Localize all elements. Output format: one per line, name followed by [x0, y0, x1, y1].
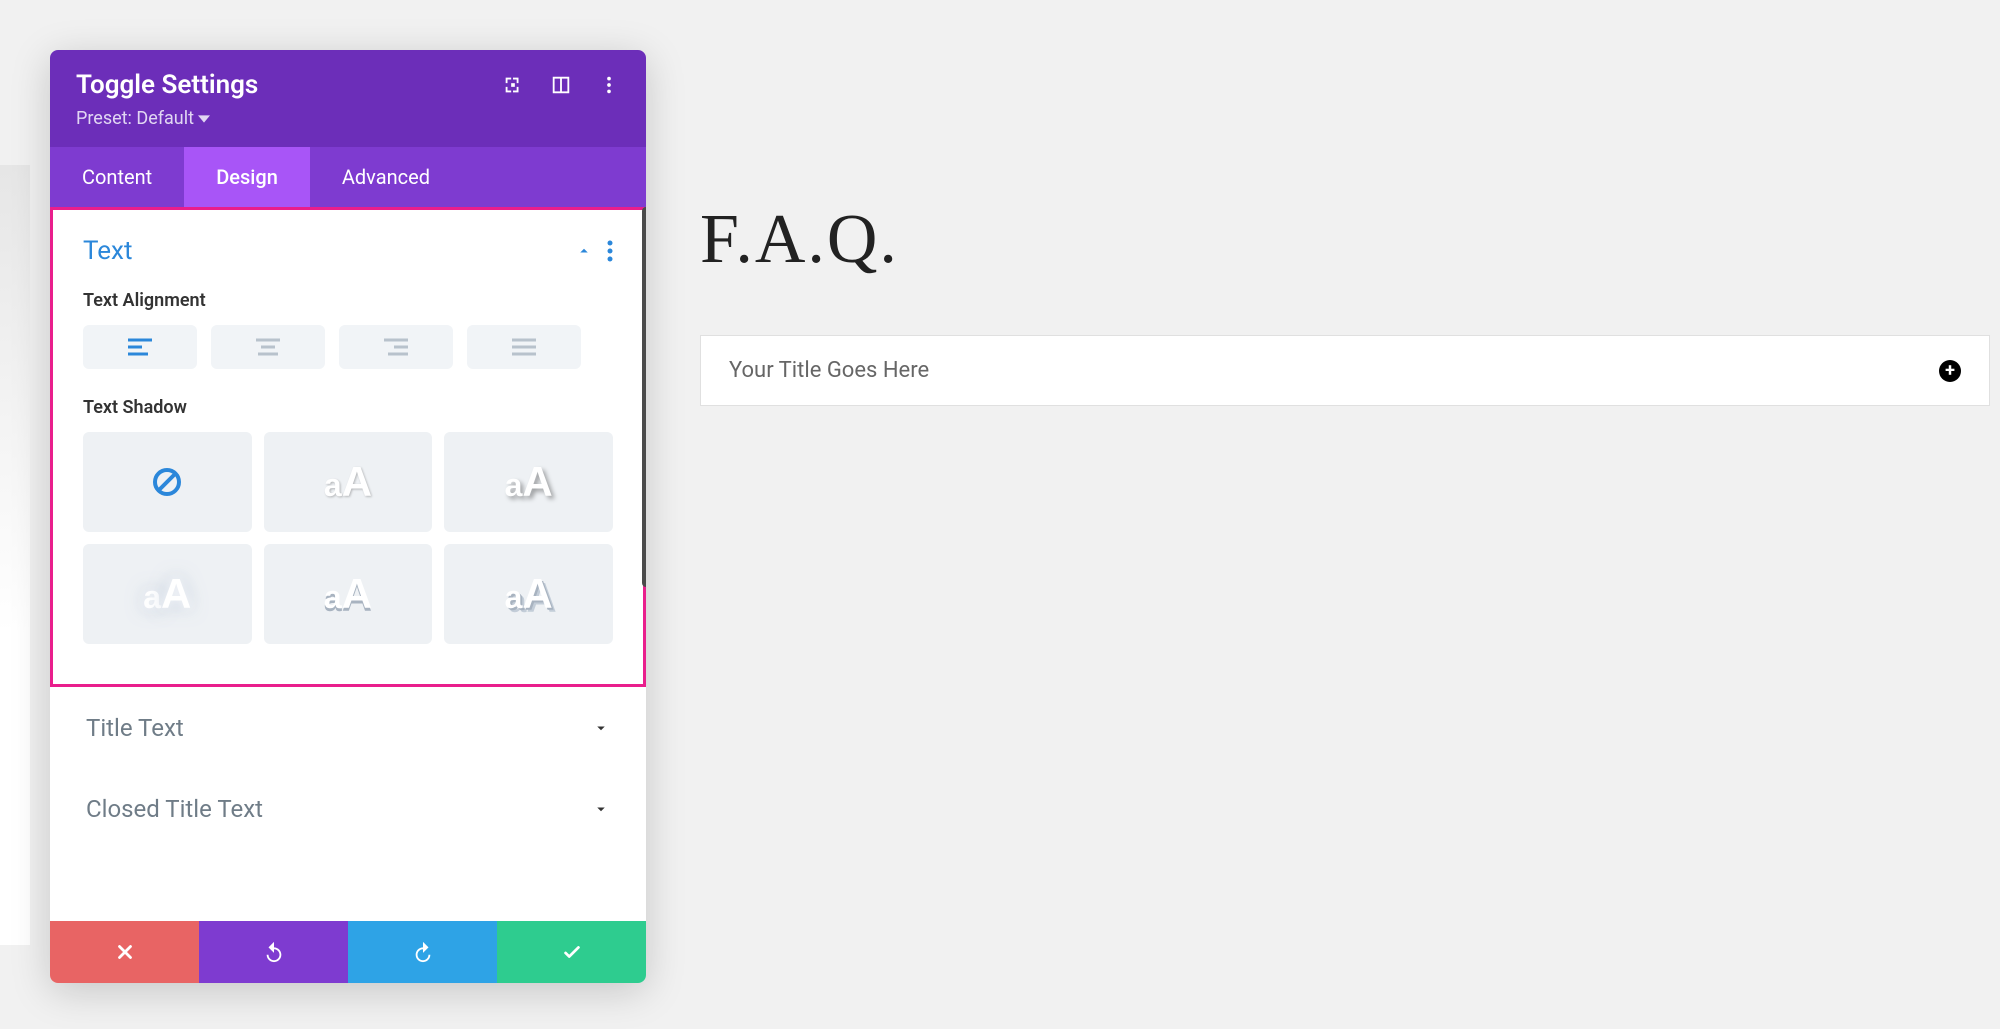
cancel-button[interactable] — [50, 921, 199, 983]
align-center-button[interactable] — [211, 325, 325, 369]
panel-header: Toggle Settings Preset: Default — [50, 50, 646, 147]
check-icon — [561, 941, 583, 963]
expand-toggle-icon[interactable] — [1939, 360, 1961, 382]
chevron-up-icon — [575, 242, 593, 260]
page-preview: F.A.Q. Your Title Goes Here — [700, 200, 1990, 406]
align-justify-button[interactable] — [467, 325, 581, 369]
caret-down-icon — [198, 113, 210, 125]
text-shadow-label: Text Shadow — [83, 397, 613, 418]
shadow-sample: aA — [324, 570, 372, 618]
shadow-none-button[interactable] — [83, 432, 252, 532]
section-title-text-label: Title Text — [86, 714, 184, 742]
shadow-preset-5-button[interactable]: aA — [444, 544, 613, 644]
shadow-preset-4-button[interactable]: aA — [264, 544, 433, 644]
toggle-module[interactable]: Your Title Goes Here — [700, 335, 1990, 406]
undo-button[interactable] — [199, 921, 348, 983]
panel-header-actions — [502, 74, 620, 96]
align-left-button[interactable] — [83, 325, 197, 369]
redo-button[interactable] — [348, 921, 497, 983]
redo-icon — [412, 941, 434, 963]
scrollbar-thumb[interactable] — [642, 207, 646, 587]
tab-content[interactable]: Content — [50, 147, 184, 207]
shadow-sample: aA — [143, 570, 191, 618]
tabs: Content Design Advanced — [50, 147, 646, 207]
save-button[interactable] — [497, 921, 646, 983]
undo-icon — [263, 941, 285, 963]
panel-body: Text Text Alignment — [50, 207, 646, 921]
preset-label: Preset: Default — [76, 108, 194, 129]
chevron-down-icon — [592, 800, 610, 818]
text-shadow-options: aA aA aA aA aA — [83, 432, 613, 644]
toggle-title: Your Title Goes Here — [729, 358, 929, 383]
section-text-header[interactable]: Text — [83, 230, 613, 276]
shadow-preset-1-button[interactable]: aA — [264, 432, 433, 532]
expand-icon[interactable] — [502, 74, 524, 96]
kebab-menu-icon[interactable] — [598, 74, 620, 96]
preset-dropdown[interactable]: Preset: Default — [76, 108, 620, 129]
preview-heading: F.A.Q. — [700, 200, 1990, 280]
section-menu-icon[interactable] — [607, 240, 613, 262]
columns-icon[interactable] — [550, 74, 572, 96]
text-alignment-options — [83, 325, 613, 369]
shadow-sample: aA — [505, 570, 553, 618]
text-alignment-label: Text Alignment — [83, 290, 613, 311]
shadow-sample: aA — [324, 458, 372, 506]
panel-footer — [50, 921, 646, 983]
section-title-text[interactable]: Title Text — [50, 687, 646, 768]
background-strip — [0, 165, 30, 945]
none-icon — [152, 467, 182, 497]
tab-advanced[interactable]: Advanced — [310, 147, 462, 207]
section-closed-title-text-label: Closed Title Text — [86, 795, 263, 823]
shadow-preset-2-button[interactable]: aA — [444, 432, 613, 532]
chevron-down-icon — [592, 719, 610, 737]
settings-panel: Toggle Settings Preset: Default Content … — [50, 50, 646, 983]
tab-design[interactable]: Design — [184, 147, 310, 207]
section-closed-title-text[interactable]: Closed Title Text — [50, 768, 646, 849]
align-right-button[interactable] — [339, 325, 453, 369]
section-text-title: Text — [83, 236, 132, 266]
shadow-sample: aA — [505, 458, 553, 506]
panel-title: Toggle Settings — [76, 70, 258, 100]
close-icon — [114, 941, 136, 963]
text-section-highlight: Text Text Alignment — [50, 207, 646, 687]
shadow-preset-3-button[interactable]: aA — [83, 544, 252, 644]
